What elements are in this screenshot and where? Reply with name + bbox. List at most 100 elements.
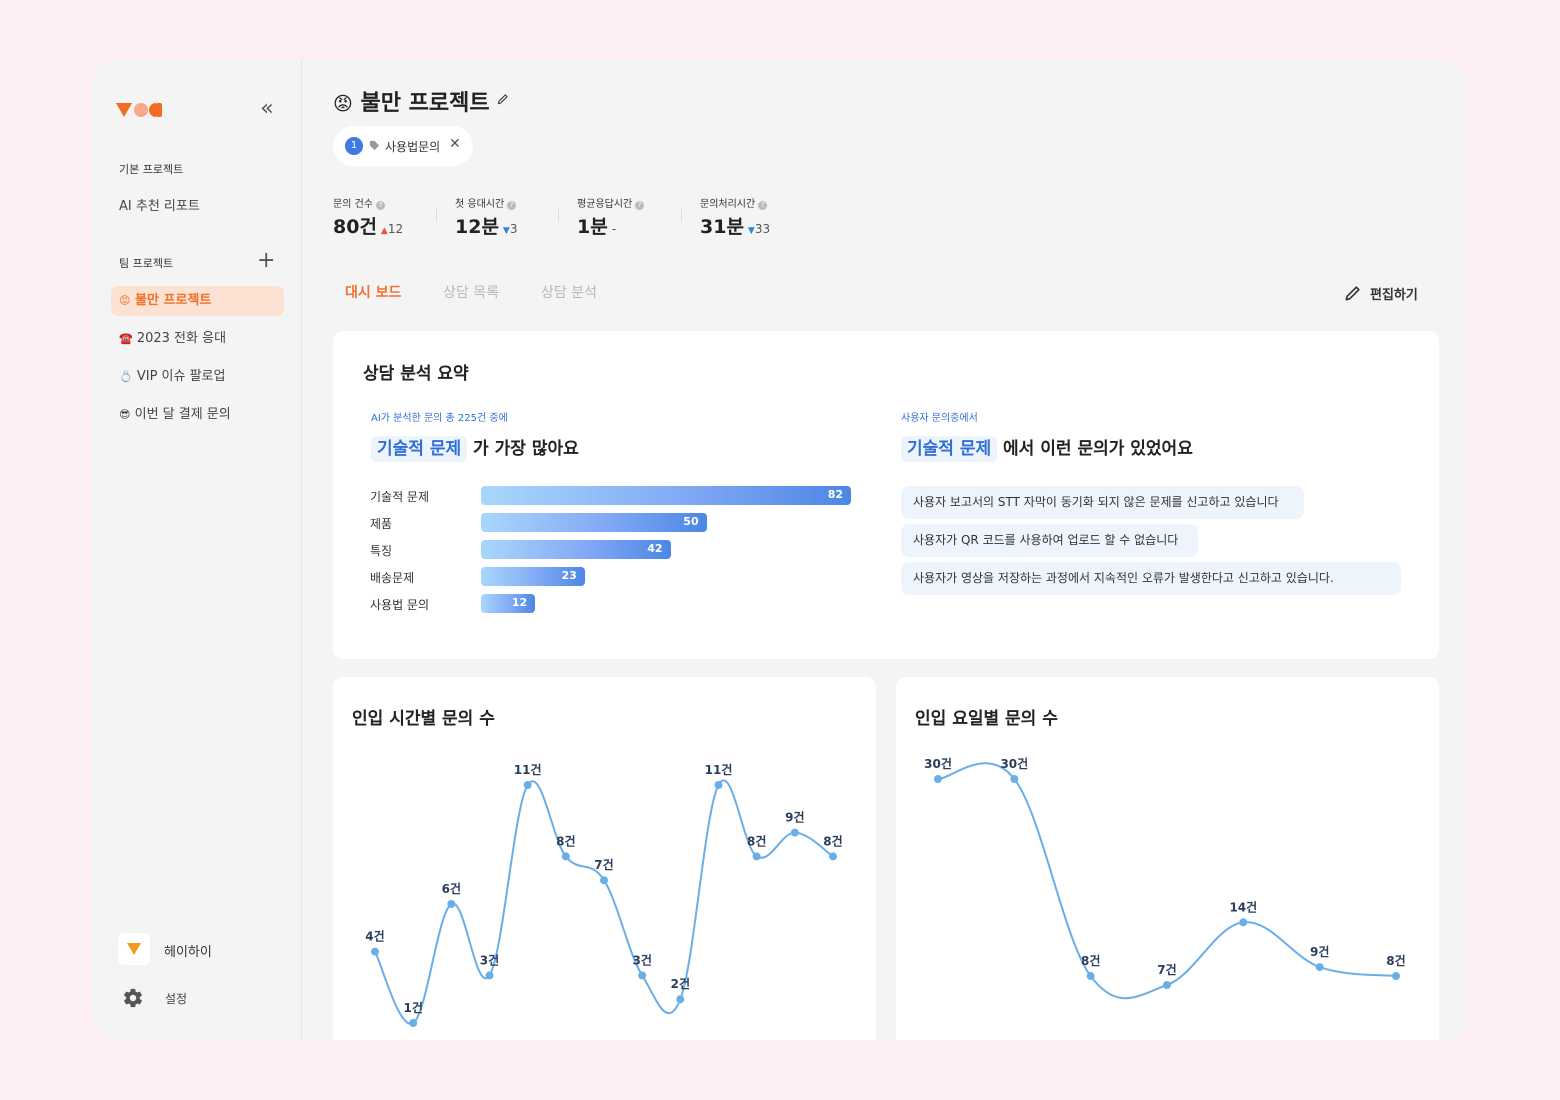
help-icon[interactable]: ? [507, 201, 517, 210]
right-headline: 기술적 문제 에서 이런 문의가 있었어요 [901, 434, 1193, 462]
add-project-icon[interactable]: + [257, 250, 275, 272]
weekday-chart-card: 인입 요일별 문의 수 30건 30건 8건 7건 14건 9건 8건 [896, 677, 1439, 1040]
data-label: 2건 [671, 976, 690, 991]
bar[interactable]: 23 [481, 567, 585, 586]
triangle-down-icon: ▼ [747, 226, 755, 236]
pencil-icon [1345, 286, 1360, 301]
close-icon[interactable]: ✕ [449, 136, 461, 152]
ring-icon: 💍 [119, 370, 133, 383]
inquiry-item[interactable]: 사용자가 QR 코드를 사용하여 업로드 할 수 없습니다 [901, 524, 1198, 557]
logo-icon [116, 103, 162, 117]
data-label: 1건 [403, 1000, 422, 1015]
tag-icon [369, 140, 380, 151]
data-label: 30건 [924, 756, 952, 771]
settings-label: 설정 [165, 992, 188, 1006]
sidebar-item-label: 불만 프로젝트 [135, 293, 212, 308]
bar-label: 사용법 문의 [370, 598, 430, 612]
bar[interactable]: 50 [481, 513, 707, 532]
bar[interactable]: 82 [481, 486, 851, 505]
bar[interactable]: 42 [481, 540, 671, 559]
stat-delta: 3 [509, 222, 518, 236]
inquiry-item[interactable]: 사용자 보고서의 STT 자막이 동기화 되지 않은 문제를 신고하고 있습니다 [901, 486, 1304, 519]
data-label: 8건 [823, 833, 842, 848]
data-point[interactable] [600, 876, 608, 885]
bar-label: 특징 [370, 544, 393, 558]
help-icon[interactable]: ? [635, 201, 645, 210]
headline-text: 가 가장 많아요 [473, 439, 579, 459]
sidebar-item-complaint-project[interactable]: 😡 불만 프로젝트 [111, 286, 284, 316]
sidebar: « 기본 프로젝트 AI 추천 리포트 팀 프로젝트 + 😡 불만 프로젝트 ☎… [92, 60, 302, 1040]
left-headline: 기술적 문제 가 가장 많아요 [371, 434, 579, 462]
sidebar-item-ai-report[interactable]: AI 추천 리포트 [111, 192, 284, 222]
data-point[interactable] [1163, 981, 1171, 989]
data-point[interactable] [676, 995, 685, 1004]
weekday-line-chart: 30건 30건 8건 7건 14건 9건 8건 [924, 756, 1406, 1000]
bar-label: 제품 [370, 517, 393, 531]
data-label: 6건 [442, 881, 461, 896]
data-point[interactable] [1392, 972, 1400, 981]
data-point[interactable] [409, 1019, 418, 1027]
data-point[interactable] [1086, 972, 1095, 981]
basic-project-section-label: 기본 프로젝트 [119, 163, 184, 176]
bar[interactable]: 12 [481, 594, 536, 613]
help-icon[interactable]: ? [758, 201, 768, 210]
data-point[interactable] [1239, 918, 1248, 927]
edit-button[interactable]: 편집하기 [1343, 283, 1423, 303]
data-label: 3건 [480, 952, 499, 967]
tab-dashboard[interactable]: 대시 보드 [345, 282, 401, 302]
data-point[interactable] [561, 852, 570, 861]
bar-label: 기술적 문제 [370, 490, 430, 504]
data-point[interactable] [714, 781, 723, 789]
data-label: 9건 [1310, 944, 1329, 959]
sidebar-item-vip-followup[interactable]: 💍 VIP 이슈 팔로업 [111, 362, 284, 392]
help-icon[interactable]: ? [375, 201, 385, 210]
stat-label: 문의 건수 [333, 199, 373, 210]
data-point[interactable] [934, 775, 942, 783]
data-point[interactable] [485, 971, 494, 980]
data-point[interactable] [523, 781, 532, 789]
sunglasses-face-icon: 😎 [119, 408, 131, 421]
data-point[interactable] [790, 828, 799, 837]
data-label: 7건 [1157, 962, 1176, 977]
angry-face-icon: 😡 [333, 93, 353, 115]
stat-inquiry-count: 문의 건수? 80건 ▲12 [333, 195, 403, 239]
collapse-sidebar-icon[interactable]: « [256, 98, 278, 120]
sidebar-item-phone-2023[interactable]: ☎️ 2023 전화 응대 [111, 324, 284, 354]
data-label: 8건 [1081, 953, 1100, 968]
stat-label: 평균응답시간 [577, 199, 633, 210]
data-point[interactable] [752, 852, 761, 861]
edit-button-label: 편집하기 [1370, 288, 1418, 303]
data-point[interactable] [638, 971, 647, 980]
data-label: 4건 [365, 929, 384, 944]
pencil-icon[interactable] [496, 92, 510, 106]
data-label: 11건 [514, 762, 542, 777]
stat-value: 12분 [455, 216, 499, 238]
stat-value: 80건 [333, 216, 377, 238]
data-point[interactable] [1315, 963, 1324, 972]
summary-card: 상담 분석 요약 AI가 분석한 문의 총 225건 중에 기술적 문제 가 가… [333, 331, 1439, 659]
data-point[interactable] [371, 947, 379, 956]
data-point[interactable] [1010, 775, 1019, 783]
filter-chip[interactable]: 1 사용법문의 ✕ [333, 126, 473, 166]
data-label: 3건 [632, 952, 651, 967]
angry-face-icon: 😡 [119, 294, 131, 307]
data-label: 7건 [594, 857, 613, 872]
user-avatar-icon [127, 943, 141, 955]
data-label: 8건 [747, 833, 766, 848]
data-point[interactable] [447, 900, 456, 908]
settings-button[interactable]: 설정 [122, 987, 242, 1009]
main-content: 😡 불만 프로젝트 1 사용법문의 ✕ 문의 건수? 80건 ▲12 첫 응대시간… [303, 60, 1469, 1040]
sidebar-item-payment-inquiry[interactable]: 😎 이번 달 결제 문의 [111, 400, 284, 430]
tab-consult-analysis[interactable]: 상담 분석 [541, 282, 597, 302]
filter-count-badge: 1 [345, 137, 363, 155]
bar-label: 배송문제 [370, 571, 415, 585]
inquiry-item[interactable]: 사용자가 영상을 저장하는 과정에서 지속적인 오류가 발생한다고 신고하고 있… [901, 562, 1401, 595]
stat-value: 31분 [700, 216, 744, 238]
left-caption: AI가 분석한 문의 총 225건 중에 [371, 413, 508, 424]
data-label: 14건 [1229, 899, 1257, 914]
triangle-up-icon: ▲ [380, 226, 388, 236]
tab-consult-list[interactable]: 상담 목록 [443, 282, 499, 302]
hourly-line-chart: 4건 1건 6건 3건 11건 8건 7건 3건 2건 11건 8건 9건 8건 [365, 762, 843, 1027]
bar-value-label: 50 [683, 515, 699, 528]
data-point[interactable] [829, 852, 837, 861]
